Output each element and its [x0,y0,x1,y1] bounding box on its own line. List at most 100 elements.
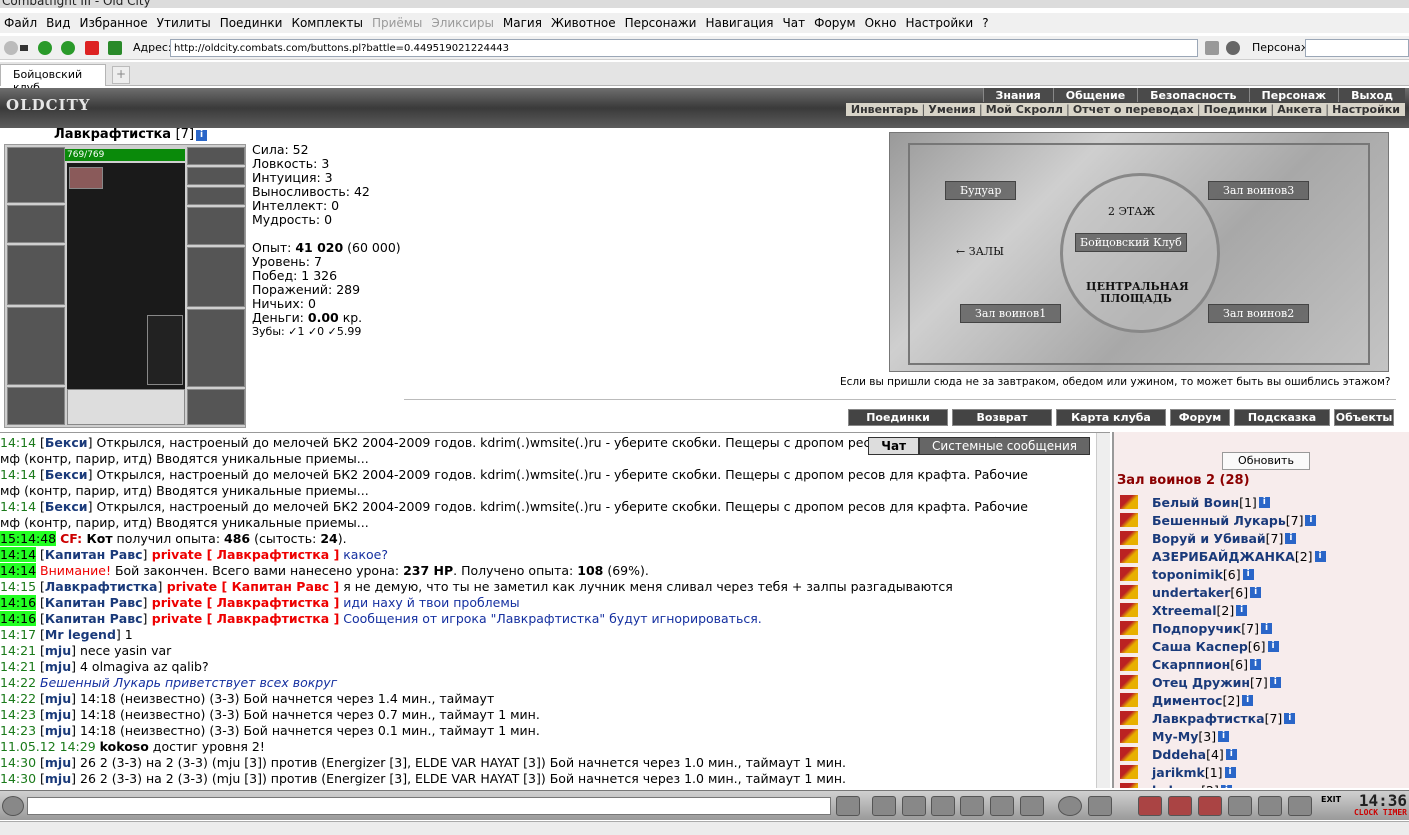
chat-bold-name[interactable]: Кот [82,531,113,546]
refresh-button[interactable]: Обновить [1222,452,1310,470]
user-row[interactable]: Скарппион [6] i [1120,655,1409,673]
menu-item[interactable]: Файл [4,16,37,30]
stop-icon[interactable] [85,41,99,55]
user-name[interactable]: undertaker [1152,585,1230,600]
user-name[interactable]: jarikmk [1152,765,1205,780]
chat-bold-name[interactable]: kokoso [100,739,149,754]
chat-scrollbar[interactable] [1096,433,1110,788]
forward-icon[interactable] [61,41,75,55]
info-icon[interactable]: i [196,130,208,141]
gloves-slot[interactable] [187,207,245,245]
user-name[interactable]: toponimik [1152,567,1223,582]
map-halls[interactable]: ← ЗАЛЫ [956,245,1004,258]
user-name[interactable]: АЗЕРИБАЙДЖАНКА [1152,549,1295,564]
user-row[interactable]: Отец Дружин [7] i [1120,673,1409,691]
location-button[interactable]: Возврат [952,409,1052,426]
emoji-icon[interactable] [1058,796,1082,816]
map-hall1[interactable]: Зал воинов1 [960,304,1062,323]
tool4-icon[interactable] [1228,796,1252,816]
user-name[interactable]: Dddeha [1152,747,1206,762]
top-nav-item[interactable]: Безопасность [1137,88,1249,102]
map-hall2[interactable]: Зал воинов2 [1208,304,1310,323]
sub-nav-item[interactable]: Отчет о переводах [1070,103,1197,116]
chat-time[interactable]: 14:23 [0,707,36,722]
users-icon[interactable] [1226,41,1240,55]
user-name[interactable]: Диментос [1152,693,1222,708]
tool6-icon[interactable] [1288,796,1312,816]
chat-time[interactable]: 14:15 [0,579,36,594]
refresh-icon[interactable] [108,41,122,55]
chat-private-tag[interactable]: private [ Лавкрафтистка ] [147,611,340,626]
menu-item[interactable]: Персонажи [625,16,697,30]
info-icon[interactable]: i [1284,712,1296,724]
tool2-icon[interactable] [1168,796,1192,816]
user-row[interactable]: Бешенный Лукарь [7] i [1120,511,1409,529]
location-button[interactable]: Поединки [848,409,948,426]
boots-slot[interactable] [187,389,245,425]
menu-item[interactable]: Животное [551,16,616,30]
map-hall3[interactable]: Зал воинов3 [1208,181,1310,200]
chat-time[interactable]: 14:21 [0,643,36,658]
exit-button[interactable]: EXIT [1321,795,1341,804]
info-icon[interactable]: i [1269,676,1281,688]
back-icon[interactable] [38,41,52,55]
menu-item[interactable]: Форум [814,16,855,30]
chat-time[interactable]: 14:23 [0,723,36,738]
chat-private-tag[interactable]: private [ Лавкрафтистка ] [147,595,340,610]
user-row[interactable]: Xtreemal [2] i [1120,601,1409,619]
filter-icon[interactable] [902,796,926,816]
sub-nav-item[interactable]: Анкета [1274,103,1325,116]
location-button[interactable]: Карта клуба [1056,409,1166,426]
info-icon[interactable]: i [1305,514,1317,526]
chat-nick[interactable]: Капитан Равс [45,611,143,626]
clear-icon[interactable] [1205,41,1219,55]
chat-time[interactable]: 14:16 [0,611,37,626]
rings-slot[interactable] [187,187,245,205]
amulet-slot[interactable] [187,167,245,185]
menu-item[interactable]: Утилиты [157,16,211,30]
user-row[interactable]: kokoso[2]i [1120,781,1409,788]
user-row[interactable]: Лавкрафтистка [7] i [1120,709,1409,727]
top-nav-item[interactable]: Персонаж [1248,88,1339,102]
add-tab-button[interactable]: + [112,66,130,84]
user-name[interactable]: Скарппион [1152,657,1230,672]
user-name[interactable]: Саша Каспер [1152,639,1248,654]
dropdown-icon[interactable] [20,45,28,51]
chat-nick[interactable]: Бекси [45,467,88,482]
cat-pet-icon[interactable] [147,315,183,385]
top-nav-item[interactable]: Выход [1338,88,1405,102]
chat-tab[interactable]: Чат [868,437,920,455]
empty-slots[interactable] [67,389,185,425]
info-icon[interactable]: i [1258,496,1270,508]
chat-nick[interactable]: mju [45,771,71,786]
map-club[interactable]: Бойцовский Клуб [1075,233,1187,252]
user-name[interactable]: Подпоручик [1152,621,1241,636]
user-name[interactable]: kokoso [1152,783,1201,789]
weapon-slot[interactable] [7,245,65,305]
user-name[interactable]: Белый Воин [1152,495,1239,510]
info-icon[interactable]: i [1261,622,1273,634]
chat-nick[interactable]: Капитан Равс [45,595,143,610]
chat-nick[interactable]: mju [45,723,71,738]
menu-item[interactable]: Вид [46,16,70,30]
users-list-icon[interactable] [1088,796,1112,816]
chat-nick[interactable]: mju [45,643,71,658]
menu-item[interactable]: Комплекты [291,16,363,30]
pin-icon[interactable] [4,41,18,55]
user-row[interactable]: Подпоручик [7] i [1120,619,1409,637]
user-name[interactable]: Лавкрафтистка [1152,711,1265,726]
chat-nick[interactable]: Капитан Равс [45,547,143,562]
info-icon[interactable]: i [1314,550,1326,562]
map-boudoir[interactable]: Будуар [945,181,1017,200]
speed-icon[interactable] [1020,796,1044,816]
helmet-slot[interactable] [7,147,65,203]
chat-nick[interactable]: Бекси [45,435,88,450]
user-row[interactable]: АЗЕРИБАЙДЖАНКА [2] i [1120,547,1409,565]
chat-nick[interactable]: mju [45,755,71,770]
location-button[interactable]: Объекты [1334,409,1394,426]
top-nav-item[interactable]: Знания [982,88,1053,102]
info-icon[interactable]: i [1225,748,1237,760]
user-row[interactable]: Саша Каспер [6] i [1120,637,1409,655]
chat-time[interactable]: 14:14 [0,435,36,450]
buff-icon[interactable] [69,167,103,189]
